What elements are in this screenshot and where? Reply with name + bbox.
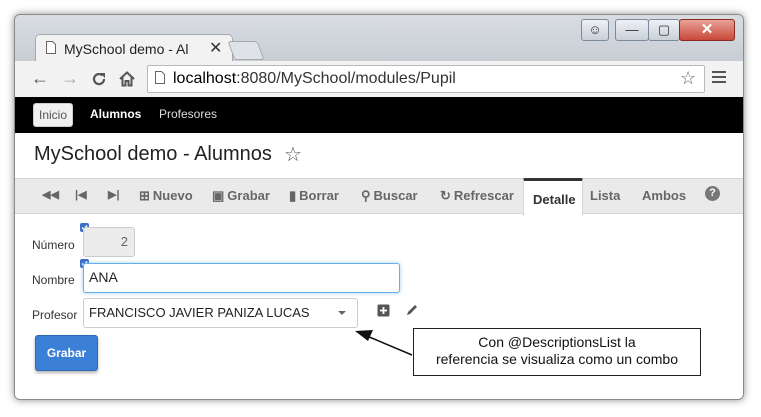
url-host: localhost: [173, 70, 237, 87]
title-bar: MySchool demo - Al ✕ ☺ — ▢ ✕: [15, 15, 743, 62]
address-bar[interactable]: localhost:8080/MySchool/modules/Pupil ☆: [147, 65, 705, 93]
back-arrow-icon[interactable]: ←: [31, 68, 49, 89]
new-tab-button[interactable]: [227, 41, 265, 60]
bookmark-star-icon[interactable]: ☆: [680, 68, 696, 89]
nav-item-inicio[interactable]: Inicio: [33, 103, 74, 127]
maximize-button[interactable]: ▢: [648, 19, 680, 41]
url-path: :8080/MySchool/modules/Pupil: [236, 70, 456, 87]
tab-title: MySchool demo - Al: [64, 41, 189, 57]
browser-toolbar: ← → localhost:8080/MySchool/modules/Pupi…: [15, 61, 743, 98]
maximize-icon: ▢: [657, 22, 671, 37]
browser-window: MySchool demo - Al ✕ ☺ — ▢ ✕ ← → localho…: [14, 14, 744, 400]
page-info-icon: [155, 71, 165, 84]
close-window-button[interactable]: ✕: [679, 19, 735, 41]
minimize-icon: —: [625, 22, 639, 37]
nav-item-alumnos[interactable]: Alumnos: [90, 107, 141, 121]
page-icon: [46, 41, 56, 54]
annotation-line-1: Con @DescriptionsList la: [478, 334, 636, 350]
browser-menu-icon[interactable]: [712, 71, 726, 86]
url-text: localhost:8080/MySchool/modules/Pupil: [173, 70, 456, 88]
app-navbar: Inicio Alumnos Profesores: [15, 97, 743, 133]
annotation-line-2: referencia se visualiza como un combo: [435, 351, 678, 367]
forward-arrow-icon[interactable]: →: [61, 68, 79, 89]
annotation-note: Con @DescriptionsList la referencia se v…: [413, 328, 701, 376]
user-icon: ☺: [588, 22, 602, 37]
main-content: MySchool demo - Alumnos ☆ ◀◀ |◀ ▶| ⊞ Nuev…: [15, 133, 743, 399]
close-icon: ✕: [700, 21, 714, 38]
browser-tab[interactable]: MySchool demo - Al ✕: [35, 34, 233, 62]
home-icon[interactable]: [119, 71, 135, 87]
nav-item-profesores[interactable]: Profesores: [159, 107, 217, 121]
user-profile-button[interactable]: ☺: [581, 19, 609, 41]
tab-close-icon[interactable]: ✕: [209, 38, 222, 58]
minimize-button[interactable]: —: [615, 19, 649, 41]
reload-icon[interactable]: [91, 71, 107, 87]
